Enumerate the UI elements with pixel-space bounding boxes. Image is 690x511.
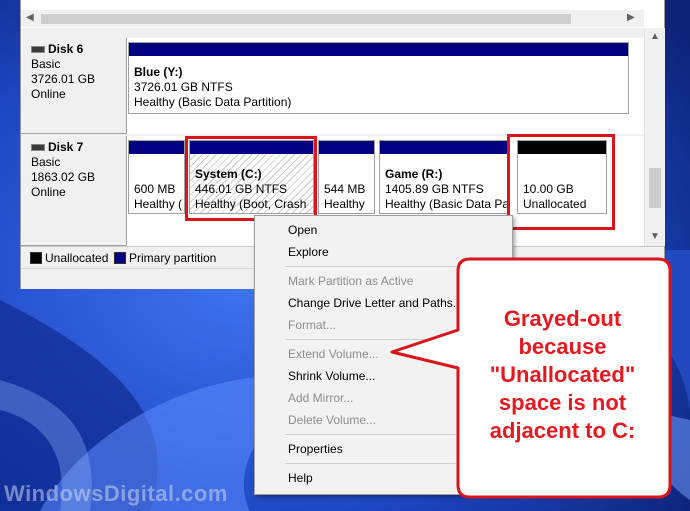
callout-line: adjacent to C:: [489, 418, 636, 443]
watermark-logo: WindowsDigital.com: [4, 481, 228, 506]
callout-line: "Unallocated": [489, 362, 636, 387]
callout-line: Grayed-out: [503, 306, 622, 331]
callout-line: space is not: [498, 390, 627, 415]
callout-text: Grayed-out because "Unallocated" space i…: [470, 305, 655, 445]
callout-line: because: [518, 334, 607, 359]
